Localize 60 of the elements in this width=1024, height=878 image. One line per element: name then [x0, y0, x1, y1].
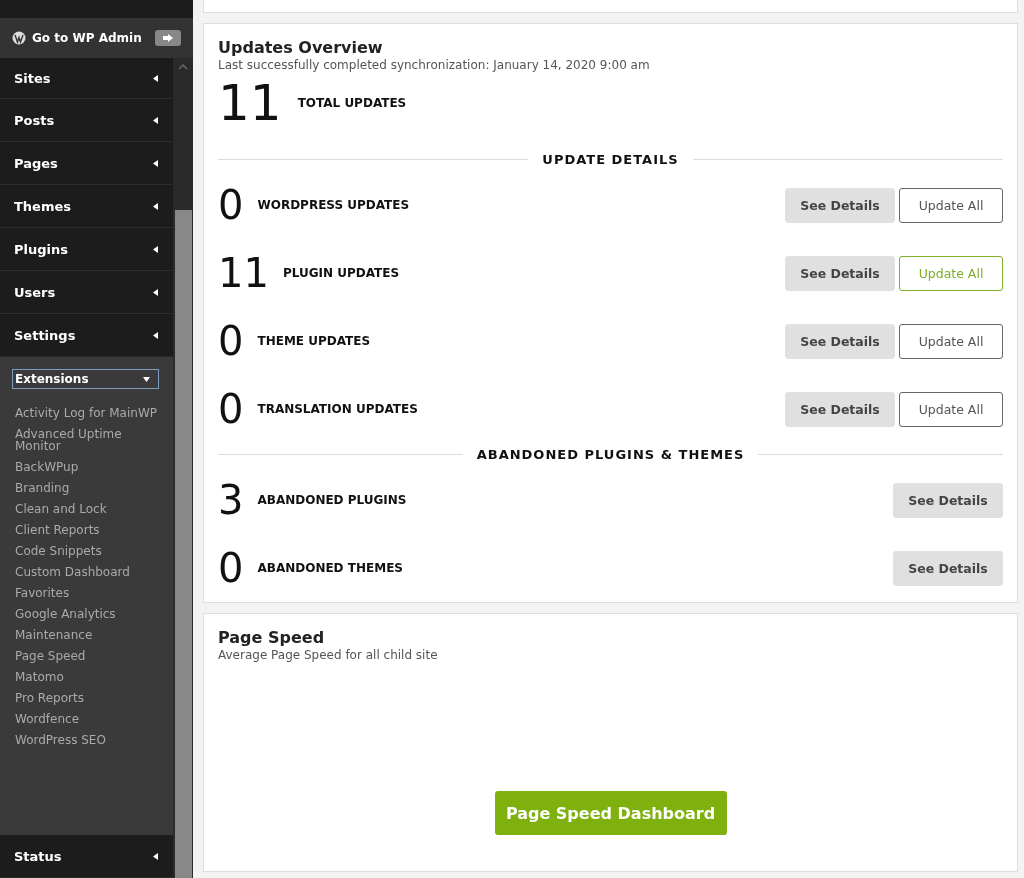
update-label: TRANSLATION UPDATES: [257, 402, 418, 416]
extension-link[interactable]: Pro Reports: [0, 688, 173, 709]
section-heading: UPDATE DETAILS: [542, 152, 679, 167]
extension-link[interactable]: Favorites: [0, 583, 173, 604]
update-label: ABANDONED THEMES: [257, 561, 403, 575]
extension-link[interactable]: Custom Dashboard: [0, 562, 173, 583]
update-count: 0: [218, 185, 244, 225]
update-all-button[interactable]: Update All: [899, 187, 1003, 223]
chevron-up-icon[interactable]: [178, 64, 188, 70]
caret-icon: [152, 116, 159, 124]
update-label: WORDPRESS UPDATES: [257, 198, 410, 212]
update-count: 11: [218, 78, 282, 128]
see-details-button[interactable]: See Details: [785, 323, 895, 359]
caret-icon: [152, 245, 159, 253]
wp-admin-link[interactable]: Go to WP Admin: [0, 18, 193, 58]
caret-icon: [143, 375, 150, 383]
update-label: PLUGIN UPDATES: [282, 266, 400, 280]
update-all-button[interactable]: Update All: [899, 323, 1003, 359]
extension-link[interactable]: Activity Log for MainWP: [0, 403, 173, 424]
update-all-button[interactable]: Update All: [899, 391, 1003, 427]
caret-icon: [152, 288, 159, 296]
see-details-button[interactable]: See Details: [785, 187, 895, 223]
logout-icon[interactable]: [155, 30, 181, 46]
extension-link[interactable]: Clean and Lock: [0, 499, 173, 520]
update-label: THEME UPDATES: [257, 334, 371, 348]
wordpress-icon: [12, 31, 26, 45]
card-subtitle: Average Page Speed for all child site: [218, 648, 439, 662]
update-count: 11: [218, 253, 269, 293]
update-count: 0: [218, 389, 244, 429]
extension-link[interactable]: Matomo: [0, 667, 173, 688]
see-details-button[interactable]: See Details: [893, 482, 1003, 518]
extension-link[interactable]: BackWPup: [0, 457, 173, 478]
caret-icon: [152, 202, 159, 210]
caret-icon: [152, 74, 159, 82]
extension-link[interactable]: Branding: [0, 478, 173, 499]
update-count: 0: [218, 548, 244, 588]
card-subtitle: Last successfully completed synchronization: January 14, 2020 9:00 am: [218, 58, 651, 72]
update-count: 0: [218, 321, 244, 361]
extension-link[interactable]: WordPress SEO: [0, 730, 173, 751]
extension-link[interactable]: Maintenance: [0, 625, 173, 646]
extension-link[interactable]: Advanced Uptime Monitor: [0, 424, 173, 457]
see-details-button[interactable]: See Details: [785, 255, 895, 291]
see-details-button[interactable]: See Details: [785, 391, 895, 427]
caret-icon: [152, 852, 159, 860]
extension-link[interactable]: Wordfence: [0, 709, 173, 730]
caret-icon: [152, 331, 159, 339]
section-heading: ABANDONED PLUGINS & THEMES: [476, 447, 745, 462]
caret-icon: [152, 159, 159, 167]
update-count: 3: [218, 480, 244, 520]
card-title: Page Speed: [218, 628, 326, 647]
extension-link[interactable]: Page Speed: [0, 646, 173, 667]
scrollbar[interactable]: [173, 58, 193, 878]
see-details-button[interactable]: See Details: [893, 550, 1003, 586]
update-label: ABANDONED PLUGINS: [257, 493, 407, 507]
update-label: TOTAL UPDATES: [297, 96, 407, 110]
extension-link[interactable]: Google Analytics: [0, 604, 173, 625]
extensions-select[interactable]: Extensions: [12, 369, 159, 389]
extension-link[interactable]: Code Snippets: [0, 541, 173, 562]
card-title: Updates Overview: [218, 38, 384, 57]
extension-link[interactable]: Client Reports: [0, 520, 173, 541]
